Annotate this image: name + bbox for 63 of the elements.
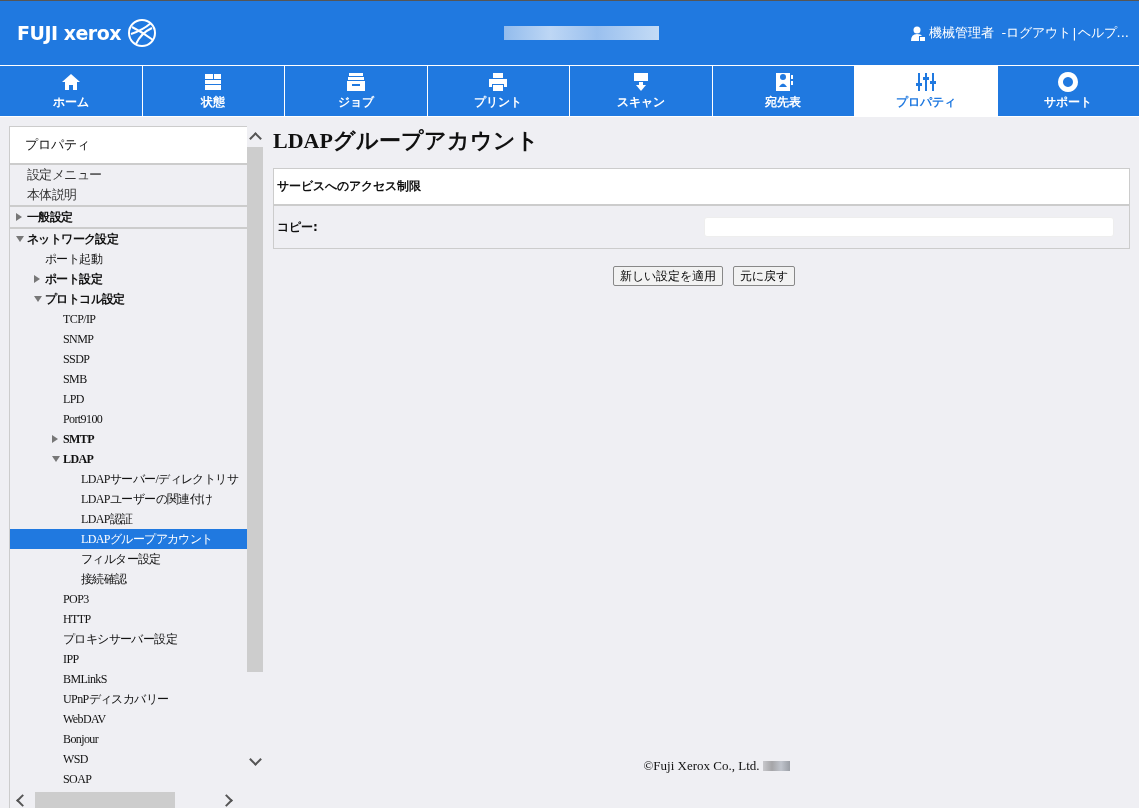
undo-button[interactable]: 元に戻す xyxy=(733,266,795,286)
tree-item[interactable]: UPnPディスカバリー xyxy=(10,689,247,709)
tree-item[interactable]: Port9100 xyxy=(10,409,247,429)
tree-item[interactable]: ポート起動 xyxy=(10,249,247,269)
print-icon xyxy=(487,71,510,93)
collapsed-arrow-icon[interactable] xyxy=(34,275,40,283)
nav-tab[interactable]: 状態 xyxy=(141,66,284,116)
nav-tab[interactable]: ジョブ xyxy=(284,66,427,116)
expanded-arrow-icon[interactable] xyxy=(16,236,24,242)
tree-item[interactable]: BMLinkS xyxy=(10,669,247,689)
collapsed-arrow-icon[interactable] xyxy=(52,435,58,443)
tree-item[interactable]: ポート設定 xyxy=(10,269,247,289)
tree-item[interactable]: フィルター設定 xyxy=(10,549,247,569)
nav-tab[interactable]: サポート xyxy=(996,66,1139,116)
page-title: LDAPグループアカウント xyxy=(273,127,540,155)
support-icon xyxy=(1057,71,1080,93)
tree-item[interactable]: IPP xyxy=(10,649,247,669)
section-heading: サービスへのアクセス制限 xyxy=(277,178,421,195)
nav-tab[interactable]: プロパティ xyxy=(854,66,997,116)
user-icon xyxy=(910,25,925,41)
tree-item[interactable]: SSDP xyxy=(10,349,247,369)
tree-item[interactable]: 一般設定 xyxy=(10,205,247,227)
expanded-arrow-icon[interactable] xyxy=(52,456,60,462)
tree-item[interactable]: LDAPグループアカウント xyxy=(10,529,247,549)
tree-item[interactable]: POP3 xyxy=(10,589,247,609)
tree-item[interactable]: プロキシサーバー設定 xyxy=(10,629,247,649)
header-link[interactable]: ヘルプ... xyxy=(1077,24,1129,42)
job-icon xyxy=(344,71,367,93)
tree-item[interactable]: LDAP xyxy=(10,449,247,469)
sidebar-title: プロパティ xyxy=(10,126,247,165)
tree-item[interactable]: LPD xyxy=(10,389,247,409)
tree-item[interactable]: プロトコル設定 xyxy=(10,289,247,309)
tree-item[interactable]: WebDAV xyxy=(10,709,247,729)
field-label: コピー: xyxy=(277,218,318,236)
tree-item[interactable]: SMTP xyxy=(10,429,247,449)
tree-item[interactable]: WSD xyxy=(10,749,247,769)
tree-item[interactable]: LDAP認証 xyxy=(10,509,247,529)
tree-item[interactable]: 接続確認 xyxy=(10,569,247,589)
apply-button[interactable]: 新しい設定を適用 xyxy=(613,266,723,286)
header-link[interactable]: -ログアウト xyxy=(1001,24,1072,42)
tree-item[interactable]: SOAP xyxy=(10,769,247,789)
collapsed-arrow-icon[interactable] xyxy=(16,213,22,221)
user-name: 機械管理者 xyxy=(928,24,994,42)
tree-item[interactable]: 設定メニュー xyxy=(10,165,247,185)
tree-item[interactable]: SMB xyxy=(10,369,247,389)
copyright: ©Fuji Xerox Co., Ltd. xyxy=(643,758,760,774)
nav-tab[interactable]: ホーム xyxy=(0,66,142,116)
tree-item[interactable]: LDAPユーザーの関連付け xyxy=(10,489,247,509)
expanded-arrow-icon[interactable] xyxy=(34,296,42,302)
tree-item[interactable]: ネットワーク設定 xyxy=(10,227,247,249)
tree-item[interactable]: Bonjour xyxy=(10,729,247,749)
logo: FUJI xerox xyxy=(17,22,121,44)
globe-logo-icon xyxy=(127,18,157,48)
nav-tab[interactable]: プリント xyxy=(426,66,569,116)
tree-item[interactable]: TCP/IP xyxy=(10,309,247,329)
blurred-year xyxy=(762,761,790,771)
tree-item[interactable]: HTTP xyxy=(10,609,247,629)
separator: | xyxy=(1072,25,1077,41)
nav-tab[interactable]: スキャン xyxy=(569,66,712,116)
tree-item[interactable]: LDAPサーバー/ディレクトリサ xyxy=(10,469,247,489)
tree-item[interactable]: 本体説明 xyxy=(10,185,247,205)
sliders-icon xyxy=(914,71,937,93)
tree-item[interactable]: SNMP xyxy=(10,329,247,349)
